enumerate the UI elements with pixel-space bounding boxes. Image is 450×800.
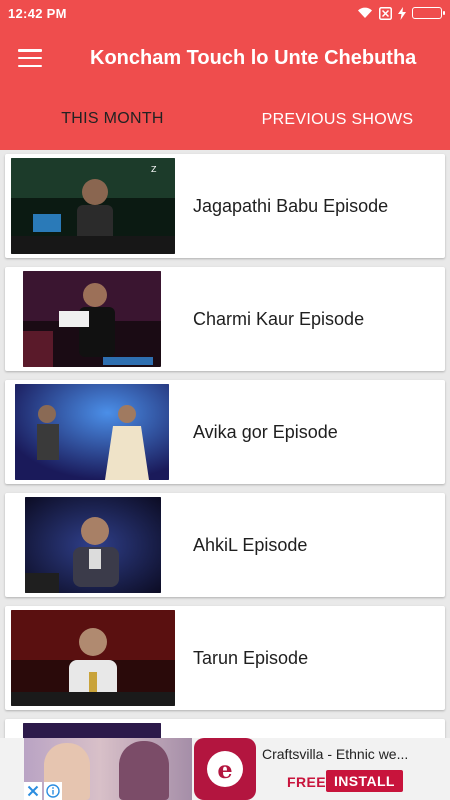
episode-title: Charmi Kaur Episode	[193, 308, 365, 329]
ad-text[interactable]: Craftsvilla - Ethnic we...	[262, 746, 422, 762]
status-bar: 12:42 PM	[0, 0, 450, 26]
episode-card[interactable]: Tarun Episode	[5, 606, 445, 710]
info-icon[interactable]	[44, 782, 62, 800]
episode-title: Tarun Episode	[193, 647, 309, 668]
episode-list[interactable]: Z Jagapathi Babu Episode Charmi Kaur Epi…	[0, 150, 450, 738]
wifi-icon	[357, 7, 373, 19]
episode-thumbnail	[15, 384, 169, 480]
ad-install-button[interactable]: INSTALL	[326, 770, 403, 792]
charging-icon	[398, 6, 406, 20]
close-icon[interactable]	[24, 782, 42, 800]
hamburger-menu-icon[interactable]	[0, 26, 60, 90]
episode-title: Avika gor Episode	[193, 421, 338, 442]
episode-card[interactable]: AhkiL Episode	[5, 493, 445, 597]
episode-thumbnail	[23, 271, 161, 367]
svg-text:Z: Z	[151, 165, 157, 174]
ad-banner[interactable]: e Craftsvilla - Ethnic we... FREE INSTAL…	[0, 738, 450, 800]
episode-card[interactable]: Avika gor Episode	[5, 380, 445, 484]
episode-thumbnail: Z	[11, 158, 175, 254]
episode-thumbnail	[23, 723, 161, 738]
sim-disabled-icon	[379, 6, 392, 20]
craftsvilla-logo[interactable]: e	[194, 738, 256, 800]
status-icons	[357, 6, 445, 20]
tab-bar: THIS MONTH PREVIOUS SHOWS	[0, 90, 450, 150]
episode-card[interactable]	[5, 719, 445, 738]
ad-free-label: FREE	[287, 774, 326, 790]
ad-logo-letter: e	[207, 751, 243, 787]
status-time: 12:42 PM	[8, 5, 67, 21]
app-toolbar: Koncham Touch lo Unte Chebutha	[0, 26, 450, 90]
app-title: Koncham Touch lo Unte Chebutha	[90, 46, 417, 69]
battery-icon	[412, 7, 445, 19]
tab-this-month[interactable]: THIS MONTH	[0, 90, 225, 150]
episode-title: Jagapathi Babu Episode	[193, 195, 389, 216]
episode-card[interactable]: Z Jagapathi Babu Episode	[5, 154, 445, 258]
episode-thumbnail	[25, 497, 161, 593]
episode-title: AhkiL Episode	[193, 534, 308, 555]
episode-card[interactable]: Charmi Kaur Episode	[5, 267, 445, 371]
episode-thumbnail	[11, 610, 175, 706]
tab-previous-shows[interactable]: PREVIOUS SHOWS	[225, 90, 450, 150]
